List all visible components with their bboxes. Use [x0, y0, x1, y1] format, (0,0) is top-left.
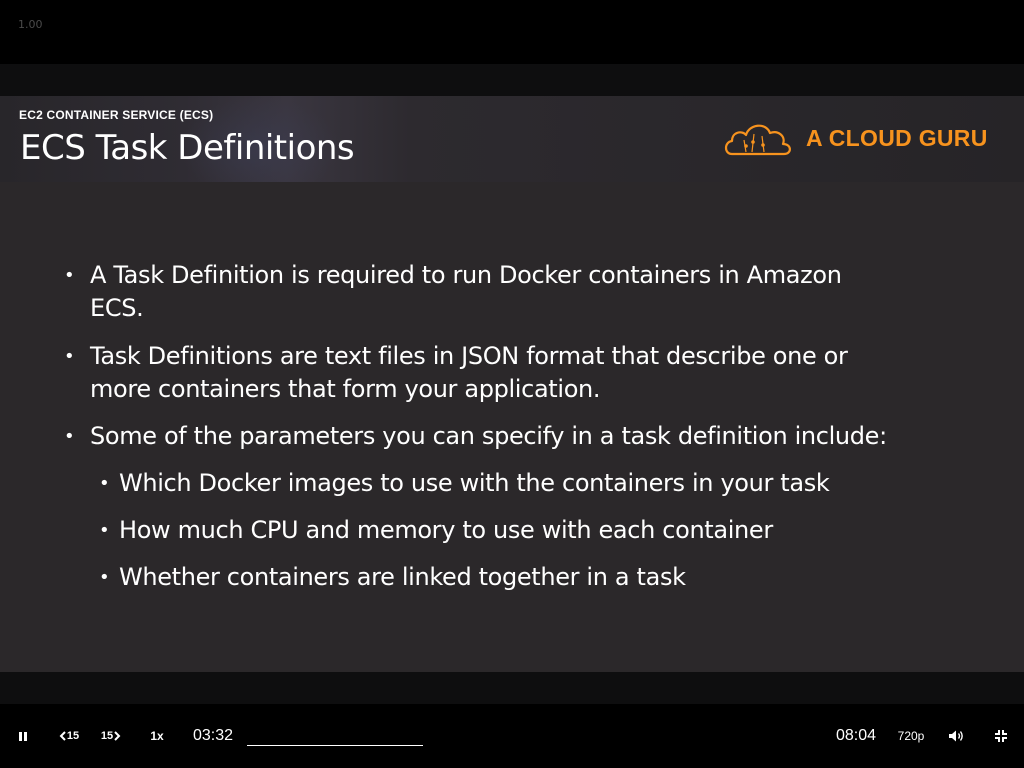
- bullet-item: • Some of the parameters you can specify…: [64, 420, 887, 453]
- sub-bullet-line: Whether containers are linked together i…: [119, 563, 686, 591]
- bullet-dot: •: [64, 426, 75, 447]
- forward-15-icon: [114, 731, 121, 741]
- top-bar: [0, 0, 1024, 64]
- sub-bullet-dot: •: [99, 567, 110, 588]
- sub-bullet-item: • How much CPU and memory to use with ea…: [99, 514, 773, 547]
- pause-bar: [24, 731, 27, 741]
- video-player[interactable]: 1.00 EC2 CONTAINER SERVICE (ECS) ECS Tas…: [0, 0, 1024, 768]
- letterbox-top: [0, 64, 1024, 96]
- bullet-line: Task Definitions are text files in JSON …: [90, 342, 848, 370]
- exit-fullscreen-button[interactable]: [990, 704, 1012, 768]
- forward-15-button[interactable]: 15: [98, 704, 124, 768]
- playback-speed-button[interactable]: 1x: [146, 704, 168, 768]
- letterbox-bottom: [0, 672, 1024, 704]
- quality-button[interactable]: 720p: [894, 704, 928, 768]
- progress-bar[interactable]: [247, 745, 423, 746]
- volume-button[interactable]: [946, 704, 966, 768]
- pause-bar: [19, 731, 22, 741]
- sub-bullet-line: How much CPU and memory to use with each…: [119, 516, 773, 544]
- bullet-line: more containers that form your applicati…: [90, 375, 601, 403]
- sub-bullet-dot: •: [99, 473, 110, 494]
- bullet-item: • A Task Definition is required to run D…: [64, 259, 842, 325]
- sub-bullet-dot: •: [99, 520, 110, 541]
- sub-bullet-item: • Whether containers are linked together…: [99, 561, 686, 594]
- slide: EC2 CONTAINER SERVICE (ECS) ECS Task Def…: [0, 96, 1024, 672]
- pause-icon[interactable]: [12, 704, 34, 768]
- bullet-dot: •: [64, 265, 75, 286]
- rewind-15-icon: [59, 731, 66, 741]
- current-time: 03:32: [192, 727, 234, 744]
- volume-icon: [949, 730, 963, 742]
- bullet-item: • Task Definitions are text files in JSO…: [64, 340, 848, 406]
- exit-fullscreen-icon: [995, 730, 1007, 742]
- bullet-list: • A Task Definition is required to run D…: [0, 96, 1024, 672]
- sub-bullet-item: • Which Docker images to use with the co…: [99, 467, 830, 500]
- progress-fill: [247, 745, 423, 746]
- sub-bullet-line: Which Docker images to use with the cont…: [119, 469, 830, 497]
- bullet-line: Some of the parameters you can specify i…: [90, 422, 887, 450]
- forward-seconds-label: 15: [100, 730, 114, 742]
- version-label: 1.00: [18, 18, 43, 31]
- rewind-seconds-label: 15: [66, 730, 80, 742]
- bullet-line: ECS.: [90, 294, 144, 322]
- control-bar: 15 15 1x 03:32 08:04 720p: [0, 704, 1024, 768]
- rewind-15-button[interactable]: 15: [56, 704, 82, 768]
- total-time: 08:04: [835, 727, 877, 744]
- bullet-line: A Task Definition is required to run Doc…: [90, 261, 842, 289]
- bullet-dot: •: [64, 346, 75, 367]
